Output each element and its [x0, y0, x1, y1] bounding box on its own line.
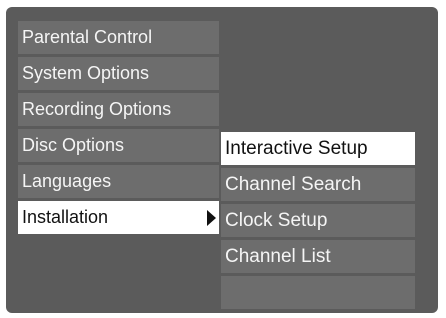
menu-item-installation[interactable]: Installation — [18, 201, 219, 234]
menu-item-label: Installation — [22, 207, 109, 227]
menu-item-recording-options[interactable]: Recording Options — [18, 93, 219, 126]
submenu-item-channel-search[interactable]: Channel Search — [221, 168, 415, 201]
menu-item-disc-options[interactable]: Disc Options — [18, 129, 219, 162]
submenu-item-clock-setup[interactable]: Clock Setup — [221, 204, 415, 237]
menu-item-parental-control[interactable]: Parental Control — [18, 21, 219, 54]
menu-item-label: System Options — [22, 63, 150, 83]
tv-menu-screen: Parental Control System Options Recordin… — [6, 7, 438, 313]
submenu-item-interactive-setup[interactable]: Interactive Setup — [221, 132, 415, 165]
menu-item-label: Languages — [22, 171, 112, 191]
submenu-item-channel-list[interactable]: Channel List — [221, 240, 415, 273]
submenu-arrow-icon — [207, 210, 216, 226]
menu-item-label: Recording Options — [22, 99, 172, 119]
menu-item-label: Parental Control — [22, 27, 153, 47]
submenu-item-label: Clock Setup — [225, 210, 328, 231]
installation-submenu: Interactive Setup Channel Search Clock S… — [221, 132, 415, 312]
menu-item-system-options[interactable]: System Options — [18, 57, 219, 90]
menu-item-label: Disc Options — [22, 135, 125, 155]
main-menu: Parental Control System Options Recordin… — [18, 21, 219, 237]
menu-item-languages[interactable]: Languages — [18, 165, 219, 198]
submenu-item-empty — [221, 276, 415, 309]
submenu-item-label: Channel Search — [225, 174, 362, 195]
submenu-item-label: Interactive Setup — [225, 138, 368, 159]
submenu-item-label: Channel List — [225, 246, 331, 267]
